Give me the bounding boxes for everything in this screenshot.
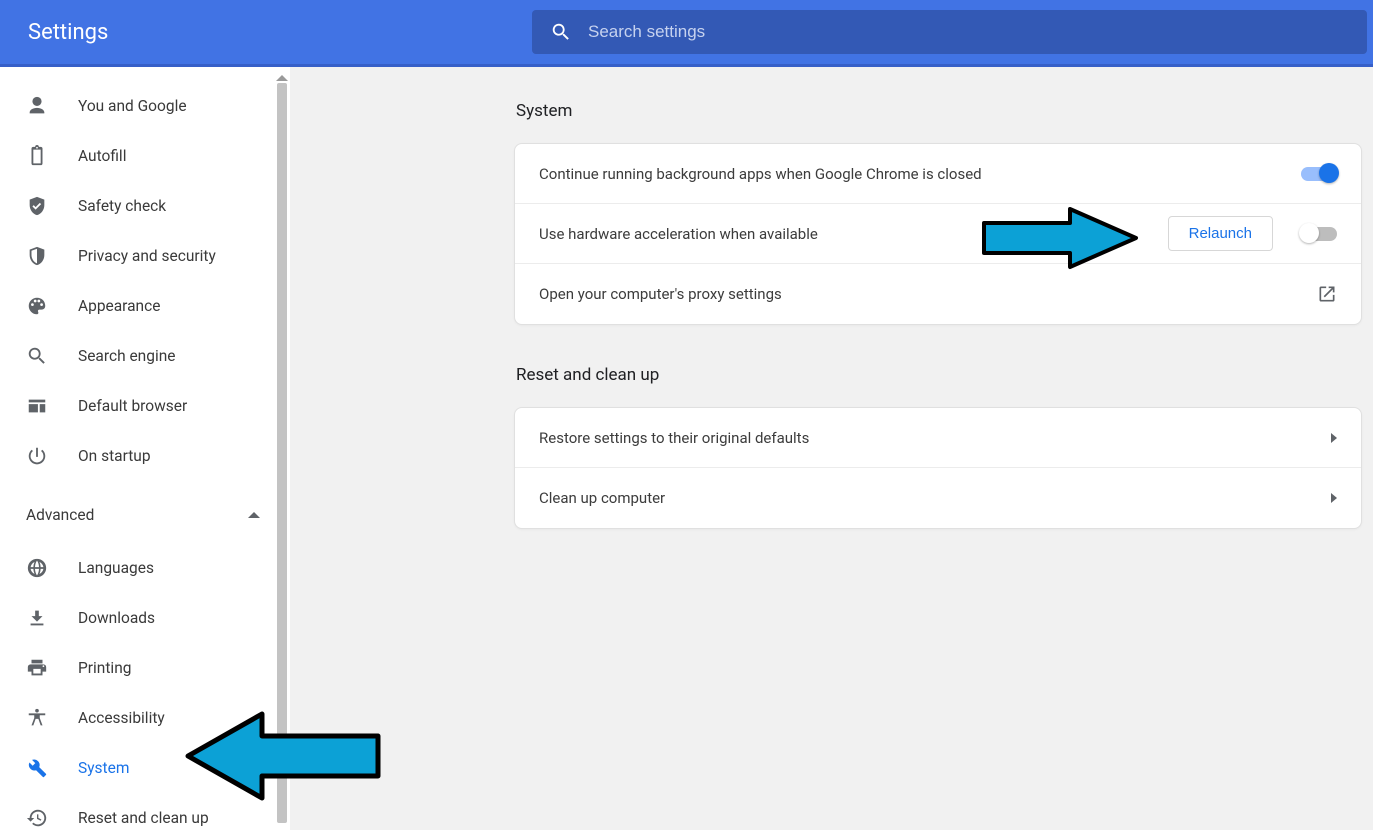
header-bar: Settings: [0, 0, 1373, 64]
download-icon: [26, 607, 48, 629]
reset-card: Restore settings to their original defau…: [514, 407, 1362, 529]
browser-icon: [26, 395, 48, 417]
row-label: Open your computer's proxy settings: [539, 285, 1317, 303]
sidebar-scrollbar[interactable]: [274, 75, 290, 830]
toggle-hardware-acceleration[interactable]: [1301, 227, 1337, 241]
main-content: System Continue running background apps …: [290, 67, 1373, 830]
sidebar-item-label: Reset and clean up: [78, 809, 209, 827]
section-title-system: System: [516, 101, 1362, 121]
sidebar-item-label: On startup: [78, 447, 151, 465]
system-card: Continue running background apps when Go…: [514, 143, 1362, 325]
page-title: Settings: [28, 20, 532, 45]
chevron-right-icon: [1331, 493, 1337, 503]
globe-icon: [26, 557, 48, 579]
row-label: Use hardware acceleration when available: [539, 225, 1168, 243]
restore-icon: [26, 807, 48, 829]
sidebar-item-label: Printing: [78, 659, 131, 677]
sidebar-item-label: Search engine: [78, 347, 176, 365]
shield-icon: [26, 245, 48, 267]
sidebar-item-privacy-security[interactable]: Privacy and security: [0, 231, 290, 281]
row-label: Continue running background apps when Go…: [539, 165, 1301, 183]
chevron-right-icon: [1331, 433, 1337, 443]
row-label: Clean up computer: [539, 489, 1331, 507]
palette-icon: [26, 295, 48, 317]
toggle-background-apps[interactable]: [1301, 167, 1337, 181]
sidebar-item-label: You and Google: [78, 97, 187, 115]
search-box[interactable]: [532, 10, 1367, 54]
sidebar-item-label: Default browser: [78, 397, 187, 415]
accessibility-icon: [26, 707, 48, 729]
sidebar-advanced-label: Advanced: [26, 506, 248, 524]
sidebar-item-label: Autofill: [78, 147, 126, 165]
sidebar-item-safety-check[interactable]: Safety check: [0, 181, 290, 231]
row-background-apps: Continue running background apps when Go…: [515, 144, 1361, 204]
sidebar-item-downloads[interactable]: Downloads: [0, 593, 290, 643]
sidebar-item-reset-cleanup[interactable]: Reset and clean up: [0, 793, 290, 830]
sidebar-item-appearance[interactable]: Appearance: [0, 281, 290, 331]
person-icon: [26, 95, 48, 117]
sidebar-item-label: Appearance: [78, 297, 160, 315]
sidebar-item-you-and-google[interactable]: You and Google: [0, 81, 290, 131]
sidebar-item-system[interactable]: System: [0, 743, 290, 793]
scroll-thumb[interactable]: [277, 83, 287, 823]
shield-check-icon: [26, 195, 48, 217]
sidebar-item-autofill[interactable]: Autofill: [0, 131, 290, 181]
sidebar-item-languages[interactable]: Languages: [0, 543, 290, 593]
search-icon: [26, 345, 48, 367]
sidebar-item-printing[interactable]: Printing: [0, 643, 290, 693]
sidebar-item-label: System: [78, 759, 129, 777]
clipboard-icon: [26, 145, 48, 167]
row-clean-up-computer[interactable]: Clean up computer: [515, 468, 1361, 528]
section-title-reset: Reset and clean up: [516, 365, 1362, 385]
power-icon: [26, 445, 48, 467]
sidebar-item-accessibility[interactable]: Accessibility: [0, 693, 290, 743]
sidebar-item-label: Languages: [78, 559, 154, 577]
sidebar-item-search-engine[interactable]: Search engine: [0, 331, 290, 381]
open-external-icon: [1317, 284, 1337, 304]
sidebar-item-on-startup[interactable]: On startup: [0, 431, 290, 481]
relaunch-button[interactable]: Relaunch: [1168, 216, 1273, 251]
print-icon: [26, 657, 48, 679]
row-proxy-settings[interactable]: Open your computer's proxy settings: [515, 264, 1361, 324]
sidebar-item-label: Safety check: [78, 197, 166, 215]
sidebar: You and Google Autofill Safety check Pri…: [0, 67, 290, 830]
row-label: Restore settings to their original defau…: [539, 429, 1331, 447]
sidebar-advanced-toggle[interactable]: Advanced: [0, 491, 290, 539]
scroll-up-icon: [276, 75, 288, 81]
sidebar-item-default-browser[interactable]: Default browser: [0, 381, 290, 431]
search-input[interactable]: [588, 22, 1349, 42]
search-icon: [550, 21, 572, 43]
sidebar-item-label: Privacy and security: [78, 247, 216, 265]
sidebar-item-label: Downloads: [78, 609, 155, 627]
wrench-icon: [26, 757, 48, 779]
sidebar-item-label: Accessibility: [78, 709, 165, 727]
row-hardware-acceleration: Use hardware acceleration when available…: [515, 204, 1361, 264]
row-restore-defaults[interactable]: Restore settings to their original defau…: [515, 408, 1361, 468]
caret-up-icon: [248, 512, 260, 518]
